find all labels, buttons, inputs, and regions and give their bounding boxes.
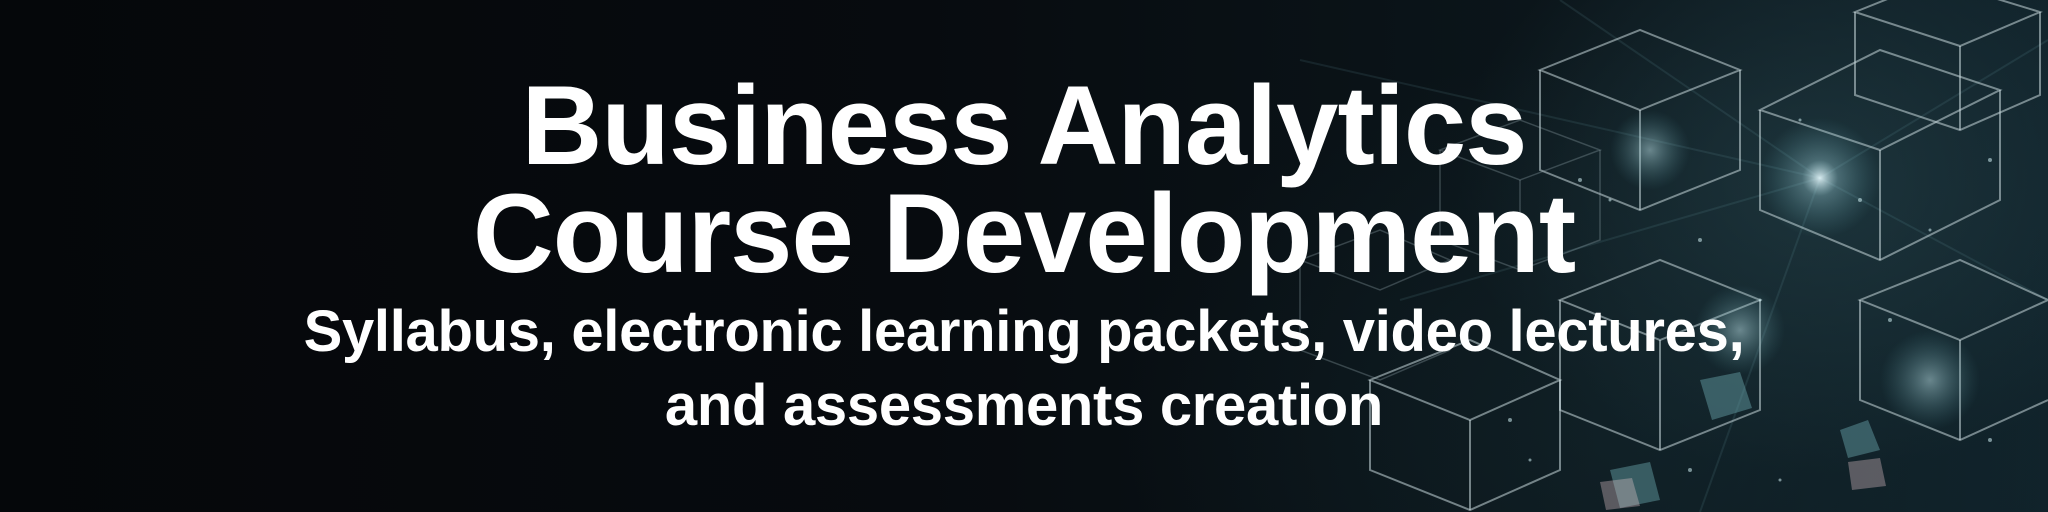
hero-banner: Business Analytics Course Development Sy… bbox=[0, 0, 2048, 512]
subtitle-line-2: and assessments creation bbox=[664, 373, 1384, 438]
subtitle-line-1: Syllabus, electronic learning packets, v… bbox=[303, 299, 1745, 364]
title-line-1: Business Analytics bbox=[521, 63, 1528, 188]
banner-text: Business Analytics Course Development Sy… bbox=[0, 0, 2048, 512]
title-line-2: Course Development bbox=[472, 171, 1576, 296]
